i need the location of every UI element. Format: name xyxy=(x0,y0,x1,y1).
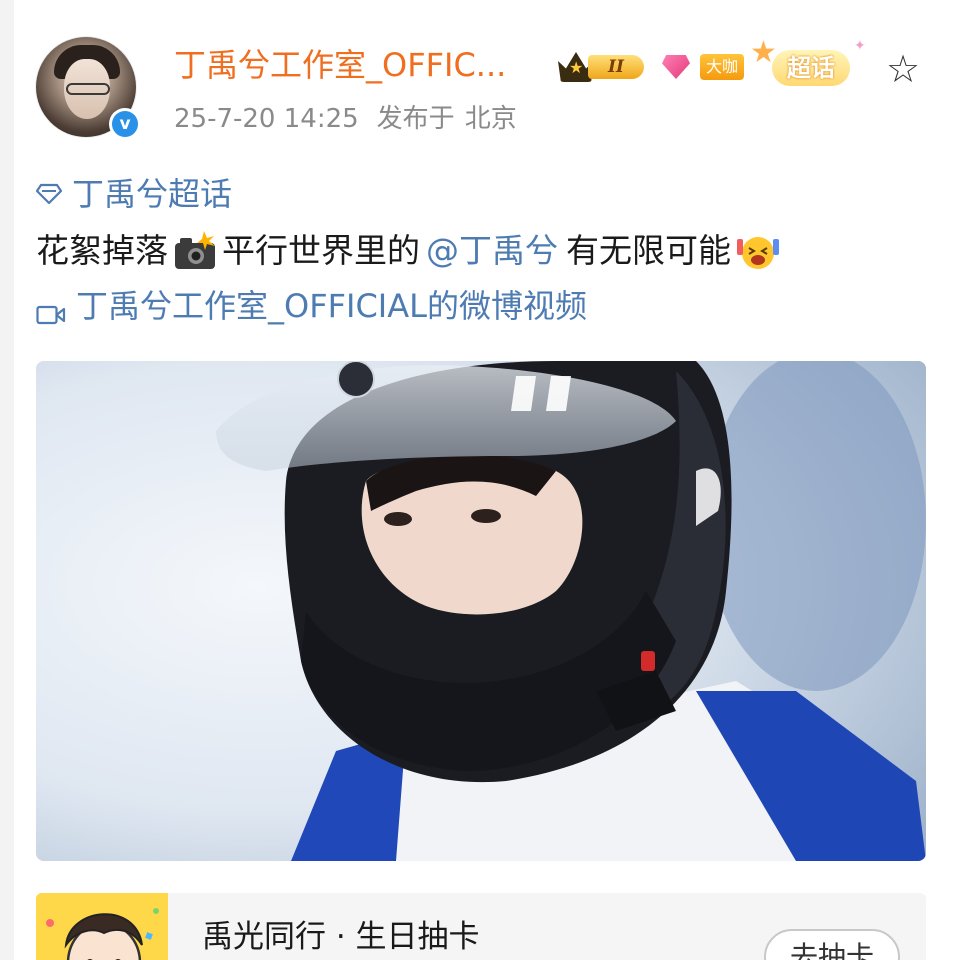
camera-flash-emoji xyxy=(172,231,218,271)
post-location: 北京 xyxy=(464,104,517,134)
location-prefix: 发布于 xyxy=(376,104,455,134)
post-text-part3: 有无限可能 xyxy=(566,231,731,270)
gem-icon[interactable] xyxy=(660,51,692,83)
post-text-part2: 平行世界里的 xyxy=(222,231,420,270)
username[interactable]: 丁禹兮工作室_OFFIC... xyxy=(174,42,506,88)
level-badge[interactable]: ★ II xyxy=(558,50,650,84)
left-frame xyxy=(0,0,14,960)
post-timestamp: 25-7-20 14:25 xyxy=(174,104,359,134)
video-link-label: 丁禹兮工作室_OFFICIAL的微博视频 xyxy=(76,287,587,325)
verified-mark: v xyxy=(112,111,138,137)
helmet-photo-illustration xyxy=(36,361,926,861)
verified-badge-icon: v xyxy=(109,108,141,140)
video-camera-icon xyxy=(36,294,66,325)
post-text-part1: 花絮掉落 xyxy=(36,231,168,270)
draw-card-button[interactable]: 去抽卡 xyxy=(764,929,900,960)
sparkle-icon: ✦ xyxy=(854,38,866,54)
mention-link[interactable]: @丁禹兮 xyxy=(426,228,558,274)
post-text: 花絮掉落 平行世界里的 @丁禹兮 有无限可能 xyxy=(36,228,785,274)
dk-badge[interactable]: 大咖 xyxy=(700,54,745,80)
promo-thumbnail xyxy=(36,893,168,960)
promo-title: 禹光同行 · 生日抽卡 xyxy=(202,919,480,955)
chaohua-label: 超话 xyxy=(772,50,851,86)
excited-face-emoji xyxy=(735,231,781,271)
chaohua-badge[interactable]: ★ 超话 ✦ xyxy=(750,38,868,90)
weibo-post-card: v 丁禹兮工作室_OFFIC... ★ II 大咖 ★ 超话 ✦ ☆ 25-7-… xyxy=(14,0,958,960)
topic-label: 丁禹兮超话 xyxy=(72,175,233,213)
user-badges: ★ II 大咖 ★ 超话 ✦ xyxy=(558,38,868,90)
video-link[interactable]: 丁禹兮工作室_OFFICIAL的微博视频 xyxy=(36,284,587,328)
diamond-icon xyxy=(36,183,62,205)
post-meta: 25-7-20 14:25 发布于 北京 xyxy=(174,101,535,137)
level-label: II xyxy=(588,55,644,79)
post-photo[interactable] xyxy=(36,361,926,861)
promo-card[interactable]: 禹光同行 · 生日抽卡 去抽卡 xyxy=(36,893,926,960)
star-outline-icon[interactable]: ☆ xyxy=(886,50,920,88)
topic-link[interactable]: 丁禹兮超话 xyxy=(36,172,232,216)
